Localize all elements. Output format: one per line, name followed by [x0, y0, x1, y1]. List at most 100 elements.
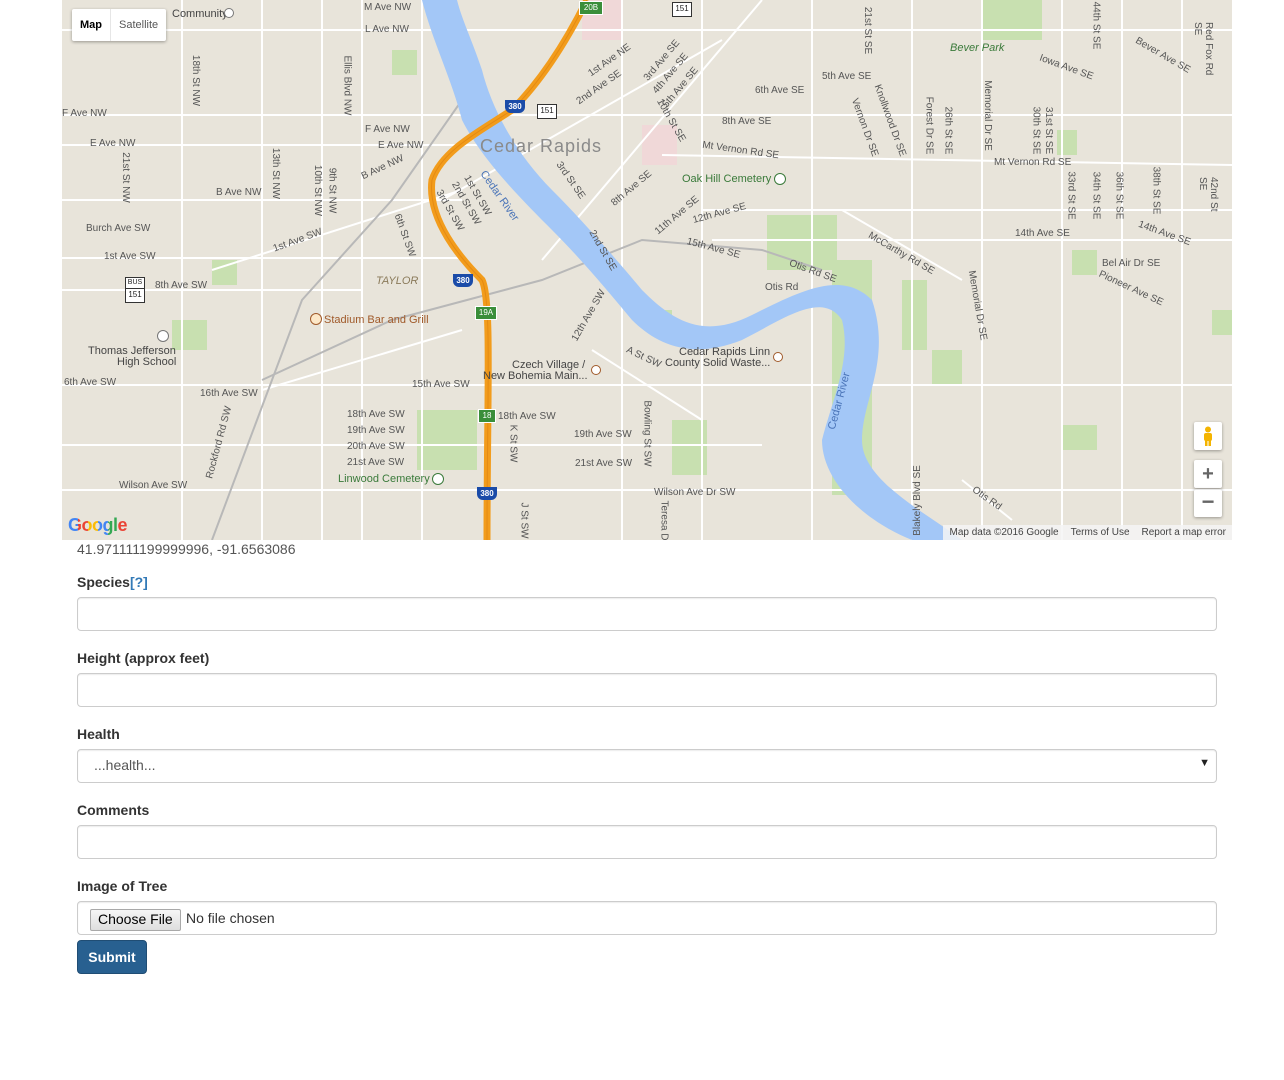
map-label-30th-st: 30th St SE: [1030, 106, 1042, 155]
report-map-error-link[interactable]: Report a map error: [1142, 527, 1226, 538]
image-file-input[interactable]: Choose File No file chosen: [77, 901, 1217, 935]
map-label-13th-st-nw: 13th St NW: [270, 147, 282, 200]
map-label-9th-st-nw: 9th St NW: [326, 167, 338, 214]
map-label-red-fox: Red Fox Rd SE: [1192, 22, 1214, 76]
zoom-out-button[interactable]: −: [1194, 489, 1222, 517]
map-type-map-button[interactable]: Map: [72, 9, 111, 41]
map-label-iowa-ave: Iowa Ave SE: [1037, 52, 1095, 83]
interstate-shield: 380: [453, 274, 473, 287]
map-label-wilson-ave-dr: Wilson Ave Dr SW: [654, 487, 736, 498]
map-label-e-ave-nw: E Ave NW: [90, 138, 136, 149]
image-label: Image of Tree: [77, 878, 168, 894]
species-help-link[interactable]: [?]: [130, 574, 148, 590]
map-label-otis-rd-2: Otis Rd: [969, 484, 1004, 513]
map-label-14th-ave-se: 14th Ave SE: [1015, 228, 1070, 239]
map-label-wilson-ave: Wilson Ave SW: [119, 480, 188, 491]
map-label-19th-ave-sw: 19th Ave SW: [347, 425, 405, 436]
map-label-18th-ave-sw-2: 18th Ave SW: [498, 411, 556, 422]
map-label-33rd-st: 33rd St SE: [1065, 171, 1077, 220]
map-label-34th-st: 34th St SE: [1090, 171, 1102, 220]
map-label-community: Community: [172, 8, 228, 20]
dropdown-arrow-icon: ▼: [1199, 757, 1210, 769]
map-label-m-ave-nw: M Ave NW: [364, 2, 412, 13]
choose-file-button[interactable]: Choose File: [90, 909, 181, 931]
terms-of-use-link[interactable]: Terms of Use: [1071, 527, 1130, 538]
exit-sign: 18: [478, 409, 496, 423]
map-label-42nd-st: 42nd St SE: [1197, 177, 1219, 212]
school-marker-icon[interactable]: [157, 330, 169, 342]
map-label-21st-st-se: 21st St SE: [862, 6, 874, 55]
map-label-18th-st-nw: 18th St NW: [190, 54, 202, 107]
map-label-6th-ave-se: 6th Ave SE: [755, 85, 805, 96]
poi-marker-icon[interactable]: [224, 8, 234, 18]
map-label-8th-ave-sw: 8th Ave SW: [155, 280, 208, 291]
map-label-bever-park: Bever Park: [950, 42, 1005, 54]
map-label-26th-st: 26th St SE: [942, 106, 954, 155]
map-label-memorial-2: Memorial Dr SE: [981, 80, 993, 151]
map-container[interactable]: Cedar Rapids Cedar River Cedar River Com…: [62, 0, 1232, 540]
map-type-satellite-button[interactable]: Satellite: [111, 9, 166, 41]
map-label-e-ave-nw-2: E Ave NW: [378, 140, 424, 151]
map-label-12th-ave-se: 12th Ave SE: [691, 201, 748, 226]
us-highway-shield-number: 151: [675, 4, 689, 13]
map-label-21st-ave-sw: 21st Ave SW: [347, 457, 405, 468]
map-label-16th-ave-sw: 16th Ave SW: [200, 388, 258, 399]
restaurant-marker-icon[interactable]: [310, 313, 322, 325]
map-label-mt-vernon-2: Mt Vernon Rd SE: [994, 157, 1072, 168]
google-logo[interactable]: Google: [68, 515, 128, 536]
business-route-tag: BUS: [125, 277, 145, 289]
species-label-text: Species: [77, 574, 130, 590]
map-label-31st-st: 31st St SE: [1043, 106, 1055, 155]
cemetery-marker-icon[interactable]: [432, 473, 444, 485]
health-select[interactable]: ...health... ▼: [77, 749, 1217, 783]
health-label: Health: [77, 726, 120, 742]
map-label-vernon-dr: Vernon Dr SE: [848, 96, 881, 159]
us-highway-shield-number: 151: [540, 106, 554, 115]
street-view-pegman-button[interactable]: [1194, 422, 1222, 450]
map-label-f-ave-nw-2: F Ave NW: [365, 124, 410, 135]
map-label-6th-ave-sw: 6th Ave SW: [64, 377, 117, 388]
google-logo-text: Google: [68, 515, 128, 535]
species-label: Species[?]: [77, 572, 1217, 592]
image-group: Image of Tree Choose File No file chosen: [77, 876, 1217, 950]
map-label-b-ave-nw: B Ave NW: [216, 187, 262, 198]
map-label-bowling: Bowling St SW: [641, 400, 653, 467]
map-label-21st-ave-sw-2: 21st Ave SW: [575, 458, 633, 469]
us-highway-shield: 151: [537, 104, 557, 119]
health-select-value: ...health...: [94, 757, 156, 773]
health-group: Health ...health... ▼: [77, 724, 1217, 798]
file-status-text: No file chosen: [186, 910, 275, 926]
map-label-f-ave-nw: F Ave NW: [62, 108, 107, 119]
map-label-pioneer: Pioneer Ave SE: [1096, 268, 1165, 309]
map-label-mt-vernon-1: Mt Vernon Rd SE: [701, 139, 780, 162]
exit-sign: 19A: [475, 306, 497, 320]
map-label-15th-ave-se: 15th Ave SE: [685, 236, 742, 261]
poi-marker-icon[interactable]: [773, 352, 783, 362]
map-label-1st-ave-sw: 1st Ave SW: [104, 251, 156, 262]
submit-button[interactable]: Submit: [77, 940, 147, 974]
map-label-jefferson-2: High School: [117, 356, 177, 368]
species-input[interactable]: [77, 597, 1217, 631]
species-group: Species[?]: [77, 572, 1217, 646]
map-label-2nd-st-se: 2nd St SE: [586, 228, 619, 273]
zoom-in-icon: +: [1202, 463, 1214, 485]
map-label-blakely: Blakely Blvd SE: [911, 465, 923, 536]
map-label-38th-st: 38th St SE: [1150, 166, 1162, 215]
map-label-oak-hill: Oak Hill Cemetery: [682, 173, 772, 185]
map-label-teresa: Teresa D: [658, 500, 670, 540]
comments-group: Comments: [77, 800, 1217, 874]
map-label-18th-ave-sw: 18th Ave SW: [347, 409, 405, 420]
cemetery-marker-icon[interactable]: [774, 173, 786, 185]
map-data-attribution: Map data ©2016 Google: [949, 527, 1059, 538]
map-label-river-2: Cedar River: [825, 371, 853, 431]
map-label-8th-ave-se-2: 8th Ave SE: [609, 168, 655, 209]
poi-marker-icon[interactable]: [591, 365, 601, 375]
map-label-j-st: J St SW: [518, 502, 530, 539]
zoom-in-button[interactable]: +: [1194, 460, 1222, 488]
map-label-b-ave-nw-2: B Ave NW: [359, 152, 406, 183]
interstate-shield-number: 380: [480, 489, 494, 498]
comments-input[interactable]: [77, 825, 1217, 859]
map-label-bel-air: Bel Air Dr SE: [1102, 258, 1161, 269]
map-label-city: Cedar Rapids: [480, 136, 603, 156]
height-input[interactable]: [77, 673, 1217, 707]
